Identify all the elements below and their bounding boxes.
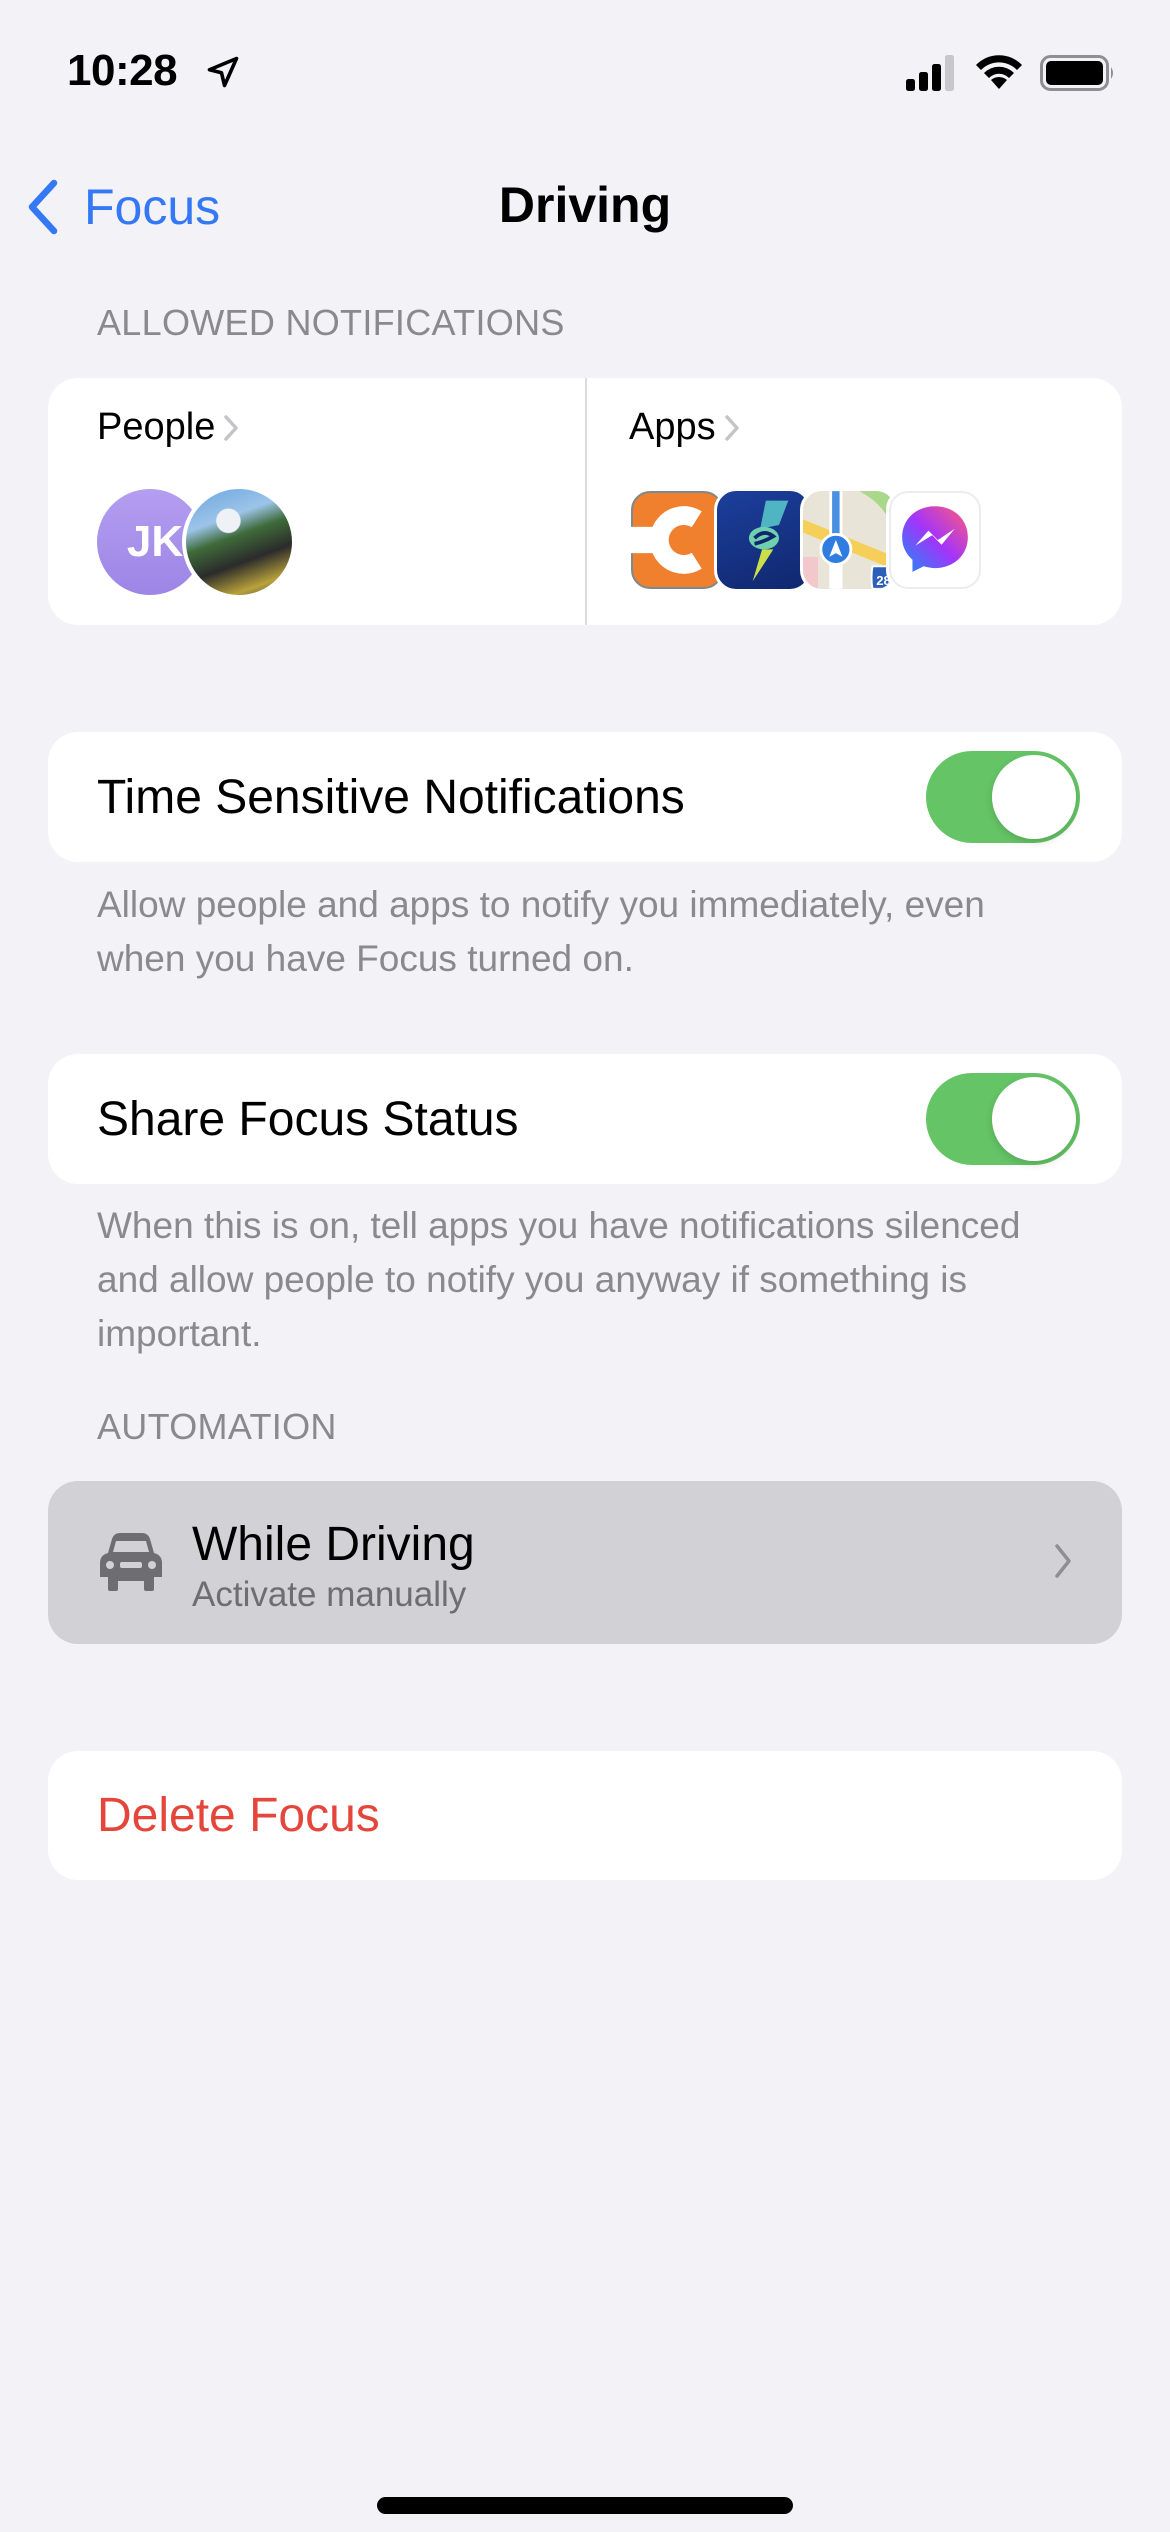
electrify-america-app-icon xyxy=(714,488,812,592)
status-time: 10:28 xyxy=(67,46,178,95)
chevron-right-icon xyxy=(224,414,239,441)
page-title: Driving xyxy=(498,177,672,233)
allowed-notifications-card: People JK Apps 28 xyxy=(48,378,1122,625)
while-driving-title: While Driving xyxy=(192,1518,475,1571)
battery-icon xyxy=(1040,55,1113,91)
while-driving-row[interactable]: While Driving Activate manually xyxy=(48,1481,1122,1644)
time-sensitive-label: Time Sensitive Notifications xyxy=(97,770,685,824)
section-header-automation: AUTOMATION xyxy=(97,1406,337,1447)
people-label: People xyxy=(97,406,216,448)
toggle-knob xyxy=(992,755,1076,839)
share-focus-row: Share Focus Status xyxy=(48,1054,1122,1184)
chevron-right-icon xyxy=(1055,1544,1071,1578)
avatar-initials: JK xyxy=(126,517,184,566)
cellular-signal-icon xyxy=(906,55,954,91)
toggle-knob xyxy=(992,1077,1076,1161)
wifi-icon xyxy=(976,55,1022,89)
apps-label: Apps xyxy=(629,406,716,448)
avatar-photo xyxy=(182,485,296,599)
time-sensitive-row: Time Sensitive Notifications xyxy=(48,732,1122,862)
share-focus-toggle[interactable] xyxy=(926,1073,1080,1165)
delete-focus-button[interactable]: Delete Focus xyxy=(48,1751,1122,1880)
location-arrow-icon xyxy=(207,56,239,88)
share-focus-label: Share Focus Status xyxy=(97,1092,519,1146)
car-icon xyxy=(100,1533,162,1591)
people-button[interactable]: People JK xyxy=(48,378,585,625)
maps-app-icon: 28 xyxy=(800,488,898,592)
home-indicator[interactable] xyxy=(377,2497,793,2514)
time-sensitive-footer: Allow people and apps to notify you imme… xyxy=(97,884,985,979)
apps-button[interactable]: Apps 28 xyxy=(586,378,1122,625)
delete-focus-label: Delete Focus xyxy=(97,1789,380,1842)
chargepoint-app-icon xyxy=(628,488,726,592)
share-focus-footer: When this is on, tell apps you have noti… xyxy=(97,1205,1021,1354)
time-sensitive-toggle[interactable] xyxy=(926,751,1080,843)
messenger-app-icon xyxy=(886,488,984,592)
while-driving-subtitle: Activate manually xyxy=(192,1575,467,1614)
chevron-right-icon xyxy=(724,414,739,441)
section-header-allowed-notifications: ALLOWED NOTIFICATIONS xyxy=(97,302,565,343)
